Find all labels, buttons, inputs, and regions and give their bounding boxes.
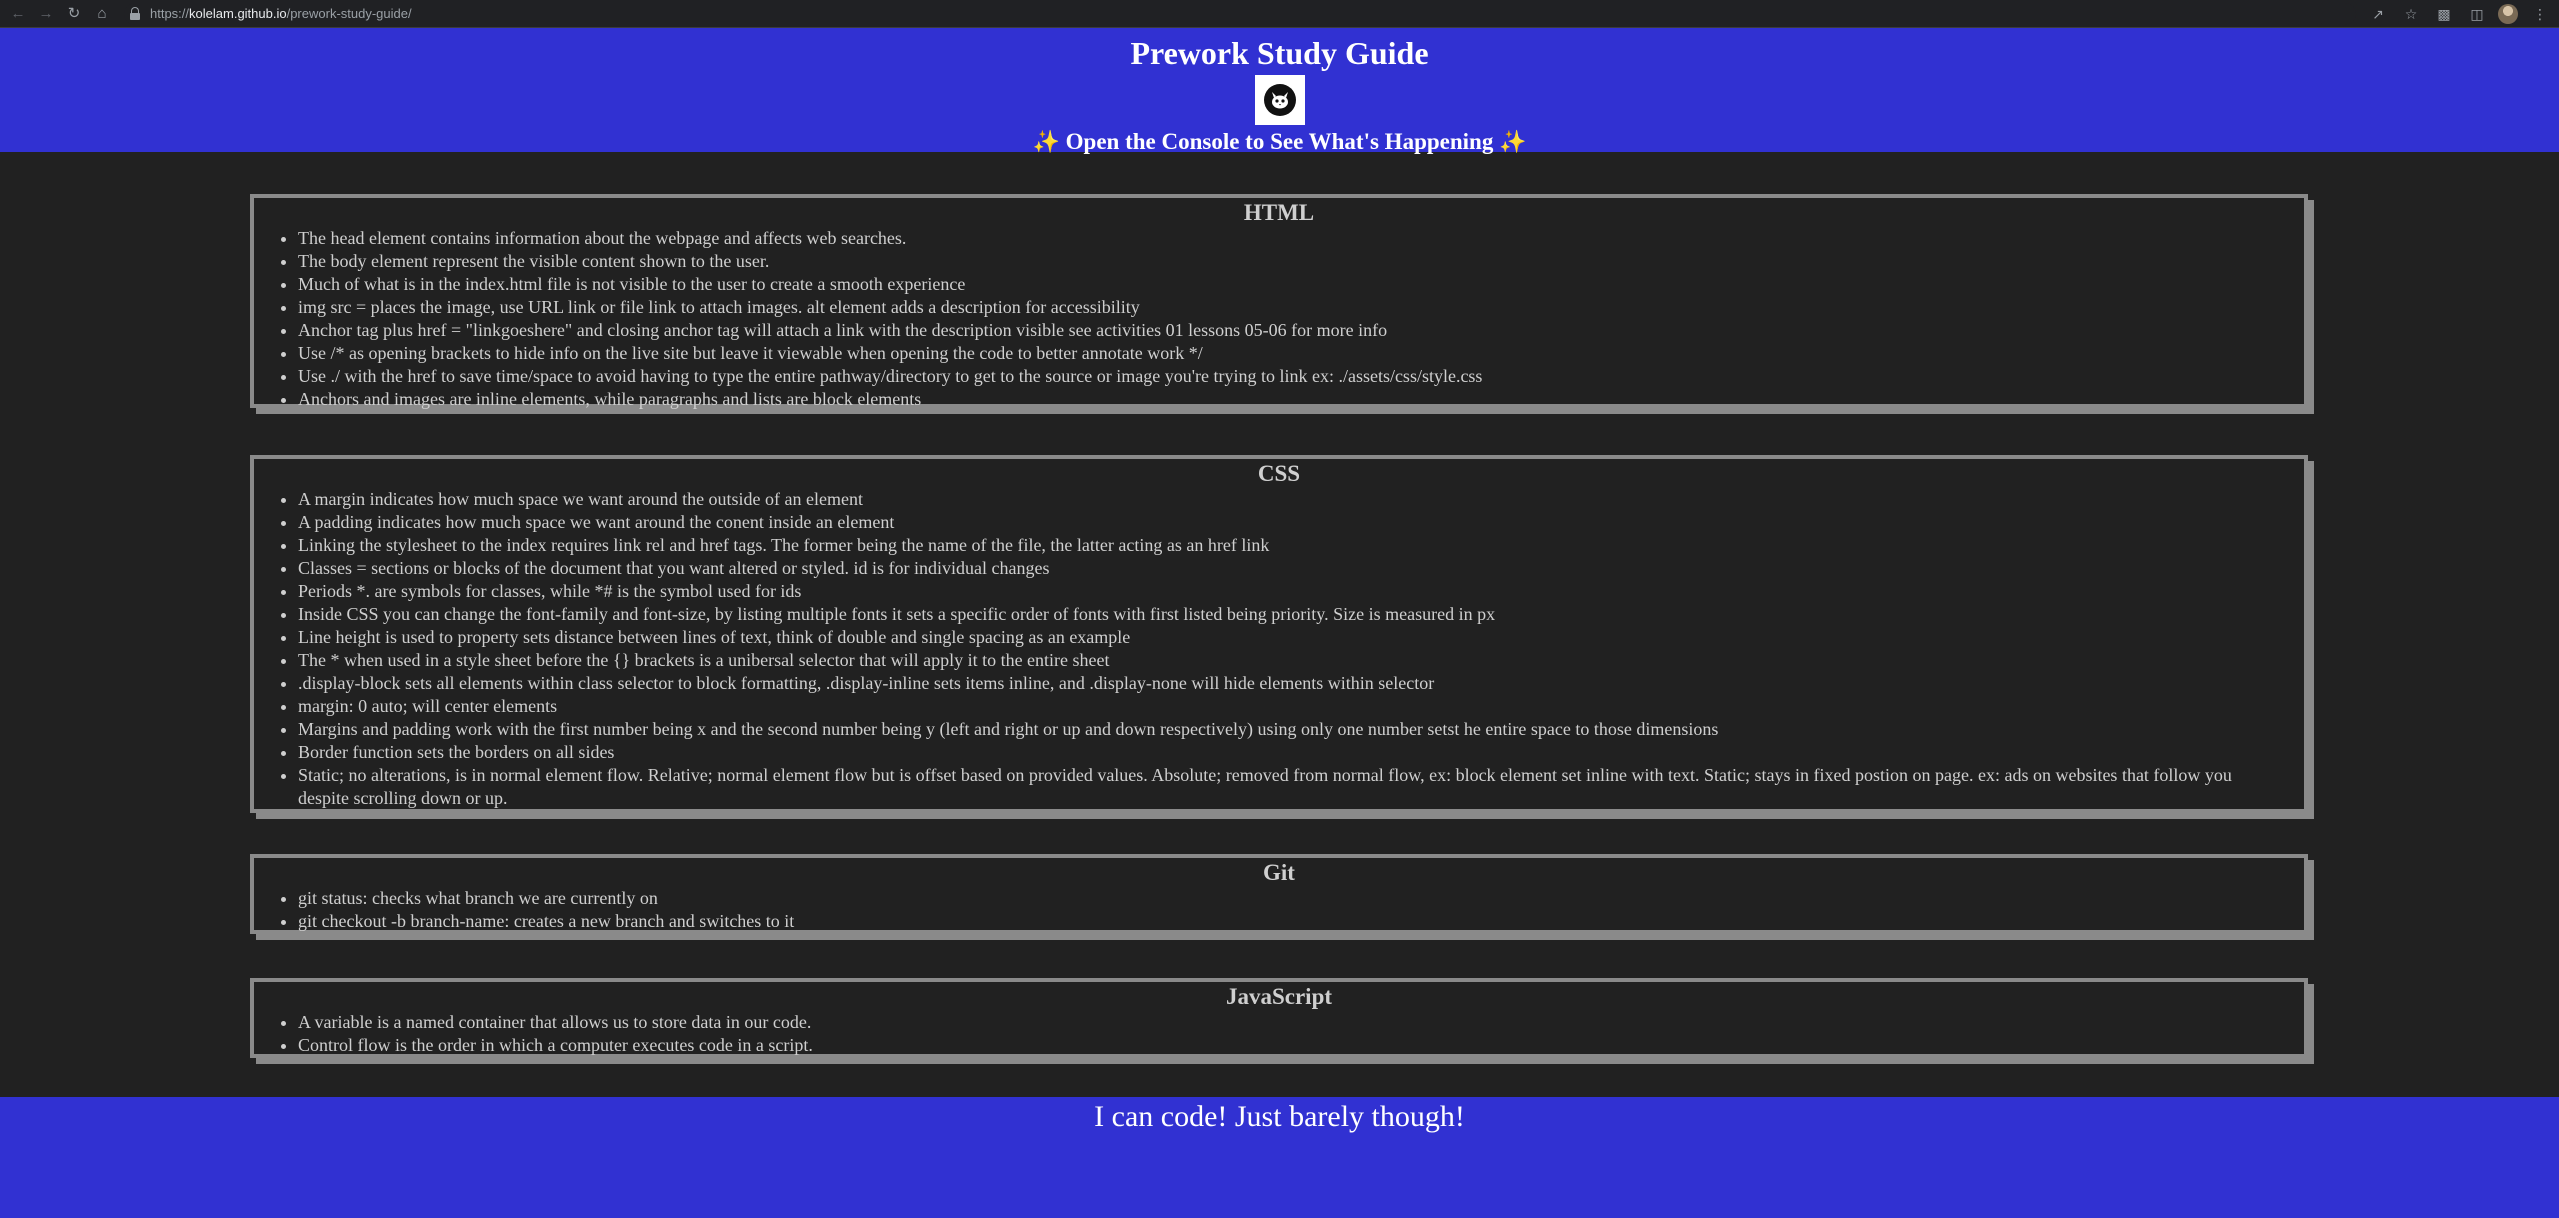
url-host: kolelam.github.io (189, 6, 287, 21)
page-footer: I can code! Just barely though! (0, 1097, 2559, 1218)
page-title: Prework Study Guide (1130, 35, 1429, 71)
lock-icon[interactable] (128, 6, 142, 21)
list-item: Linking the stylesheet to the index requ… (298, 534, 2304, 557)
notes-list: git status: checks what branch we are cu… (254, 887, 2304, 933)
list-item: img src = places the image, use URL link… (298, 296, 2304, 319)
cat-logo-icon (1254, 75, 1305, 125)
list-item: The head element contains information ab… (298, 227, 2304, 250)
html-section: HTML The head element contains informati… (250, 194, 2308, 411)
list-item: Inside CSS you can change the font-famil… (298, 603, 2304, 626)
page-header: Prework Study Guide ✨ Open the Console t… (0, 28, 2559, 154)
list-item: Border function sets the borders on all … (298, 741, 2304, 764)
list-item: Much of what is in the index.html file i… (298, 273, 2304, 296)
css-section: CSS A margin indicates how much space we… (250, 455, 2308, 813)
list-item: margin: 0 auto; will center elements (298, 695, 2304, 718)
list-item: Classes = sections or blocks of the docu… (298, 557, 2304, 580)
reload-icon[interactable]: ↻ (64, 4, 84, 24)
back-arrow-icon[interactable]: ← (8, 4, 28, 24)
url-path: /prework-study-guide/ (286, 6, 412, 21)
section-title: JavaScript (1225, 984, 1333, 1009)
side-panel-icon[interactable]: ◫ (2466, 3, 2488, 25)
section-title: CSS (1257, 461, 1301, 486)
home-icon[interactable]: ⌂ (92, 4, 112, 24)
main-content: HTML The head element contains informati… (0, 152, 2559, 1097)
address-bar[interactable]: https://kolelam.github.io/prework-study-… (124, 2, 2356, 25)
list-item: Periods *. are symbols for classes, whil… (298, 580, 2304, 603)
url-prefix: https:// (150, 6, 190, 21)
list-item: The * when used in a style sheet before … (298, 649, 2304, 672)
list-item: git checkout -b branch-name: creates a n… (298, 910, 2304, 933)
bookmark-star-icon[interactable]: ☆ (2400, 3, 2422, 25)
list-item: .display-block sets all elements within … (298, 672, 2304, 695)
notes-list: The head element contains information ab… (254, 227, 2304, 411)
list-item: A padding indicates how much space we wa… (298, 511, 2304, 534)
list-item: A margin indicates how much space we wan… (298, 488, 2304, 511)
list-item: Use ./ with the href to save time/space … (298, 365, 2304, 388)
section-title: HTML (1243, 200, 1315, 225)
list-item: Anchor tag plus href = "linkgoeshere" an… (298, 319, 2304, 342)
list-item: Margins and padding work with the first … (298, 718, 2304, 741)
extensions-puzzle-icon[interactable]: ▩ (2433, 3, 2455, 25)
subtitle-text: Open the Console to See What's Happening (1065, 129, 1494, 154)
list-item: Static; no alterations, is in normal ele… (298, 764, 2304, 810)
profile-avatar[interactable] (2498, 3, 2518, 24)
list-item: Use /* as opening brackets to hide info … (298, 342, 2304, 365)
menu-dots-icon[interactable]: ⋮ (2529, 3, 2551, 25)
list-item: Line height is used to property sets dis… (298, 626, 2304, 649)
sparkle-icon: ✨ (1499, 129, 1527, 154)
list-item: git status: checks what branch we are cu… (298, 887, 2304, 910)
forward-arrow-icon[interactable]: → (36, 4, 56, 24)
list-item: Anchors and images are inline elements, … (298, 388, 2304, 411)
notes-list: A margin indicates how much space we wan… (254, 488, 2304, 810)
list-item: A variable is a named container that all… (298, 1011, 2304, 1034)
share-icon[interactable]: ↗ (2367, 3, 2389, 25)
section-title: Git (1263, 860, 1295, 885)
notes-list: A variable is a named container that all… (254, 1011, 2304, 1057)
git-section: Git git status: checks what branch we ar… (250, 854, 2308, 934)
footer-text: I can code! Just barely though! (1094, 1100, 1465, 1133)
list-item: Control flow is the order in which a com… (298, 1034, 2304, 1057)
javascript-section: JavaScript A variable is a named contain… (250, 978, 2308, 1058)
list-item: The body element represent the visible c… (298, 250, 2304, 273)
browser-toolbar: ← → ↻ ⌂ https://kolelam.github.io/prewor… (0, 0, 2559, 28)
sparkle-icon: ✨ (1032, 129, 1060, 154)
